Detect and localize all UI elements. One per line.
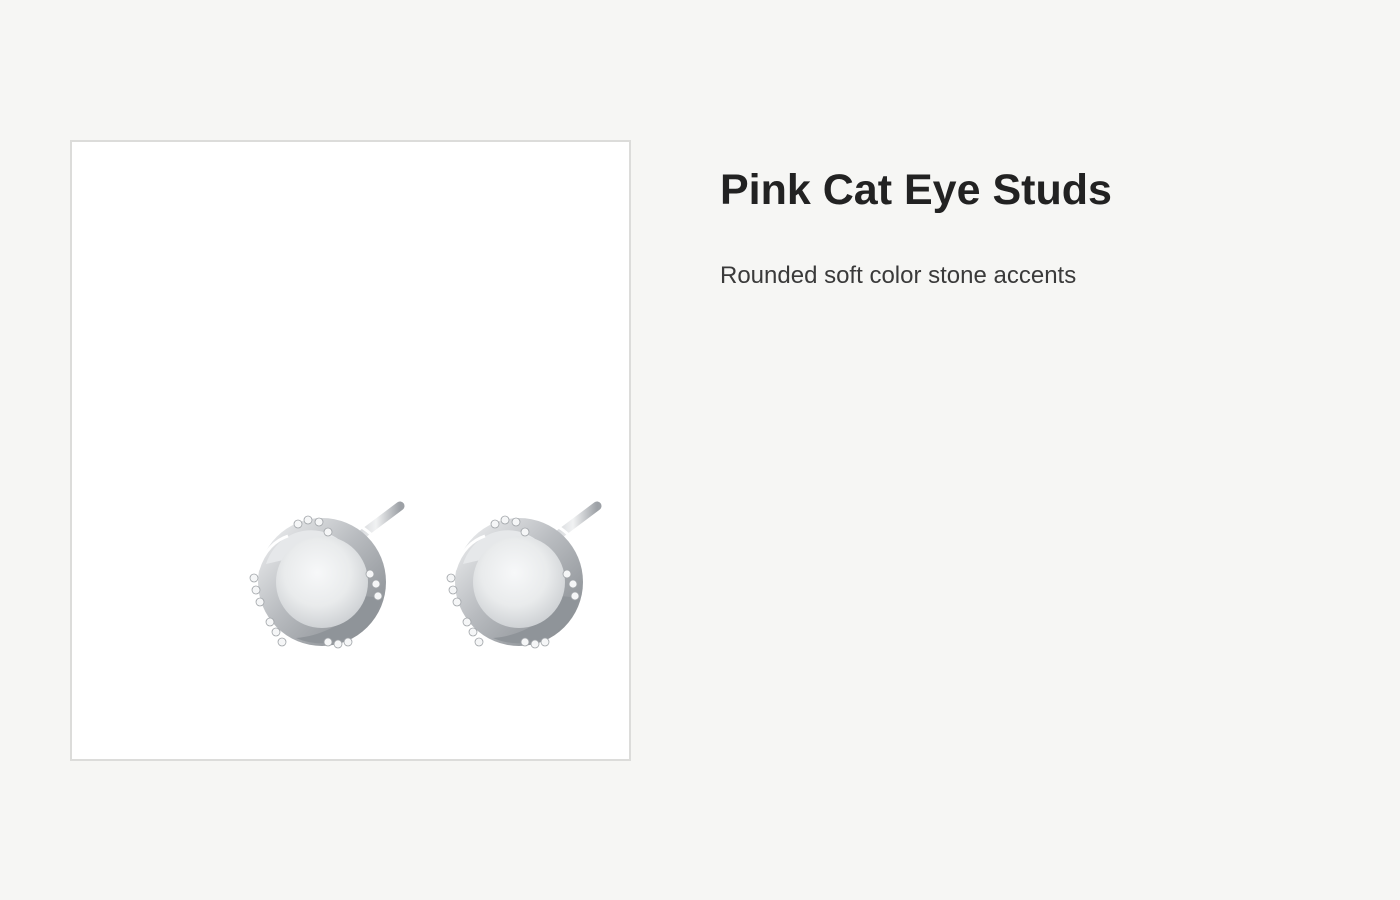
product-image-frame	[70, 140, 631, 761]
stud-earrings-icon	[249, 501, 602, 649]
right-earring	[446, 501, 602, 649]
left-earring	[249, 501, 405, 649]
product-title: Pink Cat Eye Studs	[720, 166, 1112, 214]
product-info: Pink Cat Eye Studs Rounded soft color st…	[720, 166, 1340, 290]
product-subtitle: Rounded soft color stone accents	[720, 262, 1077, 289]
product-page: Pink Cat Eye Studs Rounded soft color st…	[0, 0, 1400, 900]
